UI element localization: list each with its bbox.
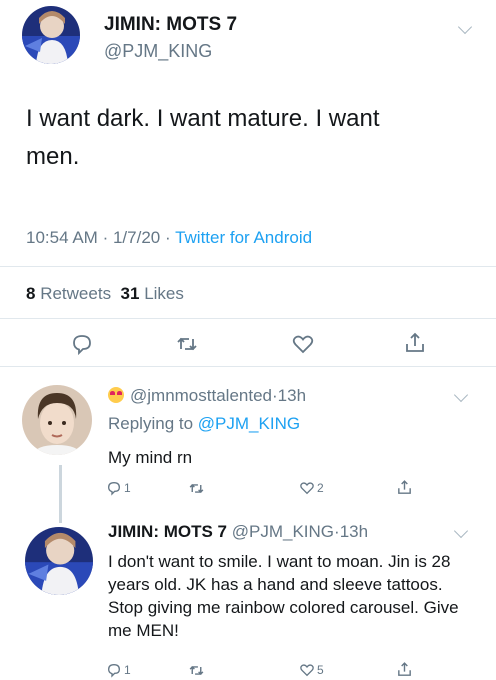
reply-button[interactable]: 1 xyxy=(106,480,131,496)
share-button[interactable] xyxy=(403,331,427,355)
likes-label: Likes xyxy=(144,284,184,303)
likes-stat[interactable]: 31 Likes xyxy=(121,284,184,303)
avatar[interactable] xyxy=(22,6,80,64)
retweets-stat[interactable]: 8 Retweets xyxy=(26,284,111,303)
chevron-down-icon[interactable] xyxy=(453,523,469,539)
like-button[interactable] xyxy=(291,332,315,356)
reply-time[interactable]: 13h xyxy=(278,386,306,405)
share-icon xyxy=(398,662,411,676)
retweets-label: Retweets xyxy=(40,284,112,303)
share-button[interactable] xyxy=(396,661,413,678)
avatar[interactable] xyxy=(22,385,92,455)
reply-text: My mind rn xyxy=(108,448,193,467)
handle[interactable]: @jmnmosttalented xyxy=(130,386,272,405)
display-name[interactable]: JIMIN: MOTS 7 xyxy=(108,522,227,541)
tweet-actions xyxy=(0,328,496,362)
chevron-down-icon[interactable] xyxy=(453,387,469,403)
share-icon xyxy=(406,332,424,352)
share-button[interactable] xyxy=(396,479,413,496)
tweet-text: I want dark. I want mature. I want men. xyxy=(26,100,456,176)
handle[interactable]: @PJM_KING xyxy=(232,522,334,541)
divider xyxy=(0,266,496,267)
likes-count: 31 xyxy=(120,284,140,303)
display-name[interactable]: JIMIN: MOTS 7 xyxy=(104,14,237,36)
divider xyxy=(0,366,496,367)
tweet-meta: 10:54 AM · 1/7/20 · Twitter for Android xyxy=(26,228,312,248)
tweet-text-line: I want dark. I want mature. I want xyxy=(26,105,380,132)
retweet-icon xyxy=(177,337,197,351)
like-button[interactable]: 2 xyxy=(299,480,324,496)
retweet-icon xyxy=(189,483,204,494)
replying-to-handle[interactable]: @PJM_KING xyxy=(198,414,300,433)
tweet-source[interactable]: Twitter for Android xyxy=(175,228,312,247)
tweet-text-line: men. xyxy=(26,143,80,170)
reply-button[interactable]: 1 xyxy=(106,662,131,678)
divider xyxy=(0,318,496,319)
thread-line xyxy=(59,465,62,523)
reply-button[interactable] xyxy=(70,332,94,356)
retweets-count: 8 xyxy=(26,284,36,303)
reply-time[interactable]: 13h xyxy=(340,522,368,541)
replying-to-prefix: Replying to xyxy=(108,414,194,433)
retweet-icon xyxy=(189,665,204,676)
heart-icon xyxy=(292,335,314,354)
reply-icon xyxy=(107,481,121,496)
retweet-button[interactable] xyxy=(188,480,205,497)
reply-header: @jmnmosttalented·13h xyxy=(108,386,306,406)
reply-count: 1 xyxy=(124,663,131,677)
reply-header: JIMIN: MOTS 7 @PJM_KING·13h xyxy=(108,522,368,542)
handle[interactable]: @PJM_KING xyxy=(104,41,212,62)
avatar[interactable] xyxy=(25,527,93,595)
heart-icon xyxy=(300,482,314,495)
reply-icon xyxy=(107,663,121,678)
share-icon xyxy=(398,480,411,494)
like-count: 2 xyxy=(317,481,324,495)
reply-icon xyxy=(73,335,91,356)
replying-to: Replying to @PJM_KING xyxy=(108,414,300,434)
chevron-down-icon[interactable] xyxy=(457,19,473,35)
engagement-stats: 8 Retweets 31 Likes xyxy=(26,284,184,304)
reply-text: I don't want to smile. I want to moan. J… xyxy=(108,552,459,640)
retweet-button[interactable] xyxy=(188,662,205,679)
reply-count: 1 xyxy=(124,481,131,495)
like-count: 5 xyxy=(317,663,324,677)
retweet-button[interactable] xyxy=(175,332,199,356)
separator: · xyxy=(102,228,109,247)
heart-eyes-emoji-icon xyxy=(108,387,124,403)
heart-icon xyxy=(300,664,314,677)
separator: · xyxy=(164,228,171,247)
tweet-date[interactable]: 1/7/20 xyxy=(113,228,160,247)
like-button[interactable]: 5 xyxy=(299,662,324,678)
tweet-time[interactable]: 10:54 AM xyxy=(26,228,98,247)
main-tweet: JIMIN: MOTS 7 @PJM_KING I want dark. I w… xyxy=(0,0,496,362)
